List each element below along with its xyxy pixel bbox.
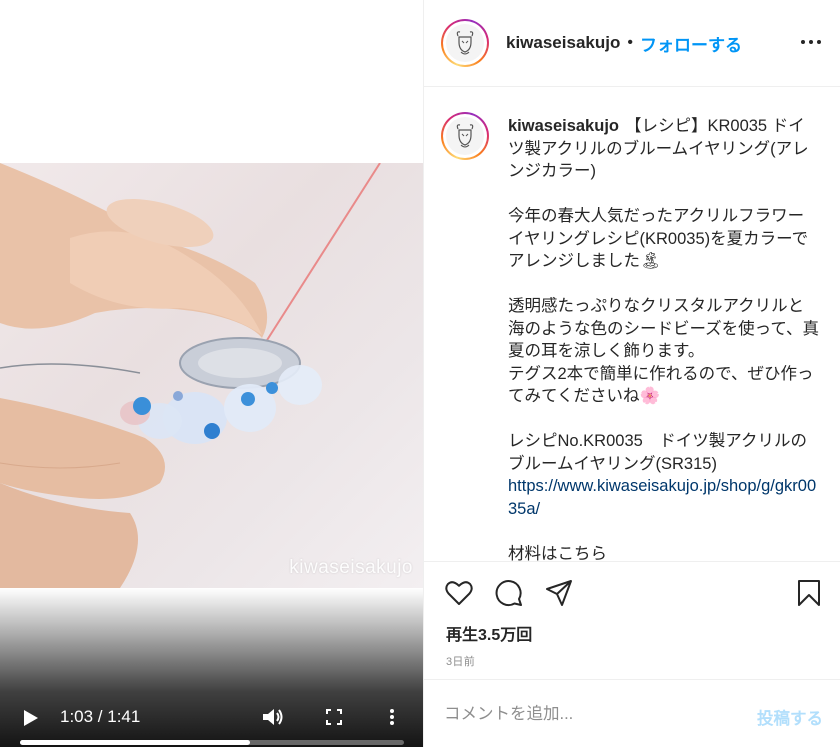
caption-paragraph-4: 材料はこちら (508, 544, 607, 562)
video-still-image (0, 163, 381, 588)
video-menu-button[interactable] (380, 703, 404, 731)
post-side-panel: kiwaseisakujo • フォローする kiwaseisakujo 【レシ… (423, 0, 840, 747)
post-actions: 再生3.5万回 3日前 (424, 561, 840, 679)
avatar-logo-icon (456, 124, 474, 148)
save-button[interactable] (793, 577, 825, 609)
more-vertical-icon (390, 709, 394, 725)
heart-icon (445, 581, 473, 605)
header-username[interactable]: kiwaseisakujo (506, 33, 620, 53)
time-display: 1:03 / 1:41 (60, 707, 141, 726)
caption-paragraph-3: レシピNo.KR0035 ドイツ製アクリルのブルームイヤリング(SR315) (508, 432, 807, 473)
post-header: kiwaseisakujo • フォローする (424, 0, 840, 87)
fullscreen-icon (326, 709, 342, 725)
like-button[interactable] (443, 577, 475, 609)
comment-icon (495, 580, 522, 607)
video-controls: 1:03 / 1:41 (0, 637, 423, 747)
header-separator: • (627, 34, 633, 51)
post-timestamp[interactable]: 3日前 (446, 653, 475, 669)
caption-link[interactable]: https://www.kiwaseisakujo.jp/shop/g/gkr0… (508, 477, 816, 518)
video-watermark: kiwaseisakujo (289, 557, 413, 578)
caption-username[interactable]: kiwaseisakujo (508, 117, 619, 135)
caption-paragraph-2b: テグス2本で簡単に作れるので、ぜひ作ってみてくださいね🌸 (508, 364, 814, 406)
more-options-button[interactable] (799, 32, 823, 52)
caption-paragraph-1: 今年の春大人気だったアクリルフラワーイヤリングレシピ(KR0035)を夏カラーで… (508, 207, 809, 270)
bookmark-icon (798, 580, 820, 606)
video-frame[interactable]: kiwaseisakujo (0, 163, 423, 588)
video-progress-bar[interactable] (20, 740, 404, 745)
view-count[interactable]: 再生3.5万回 (446, 621, 532, 645)
comment-button[interactable] (493, 577, 525, 609)
video-progress-fill (20, 740, 251, 745)
fullscreen-button[interactable] (320, 703, 348, 731)
caption-avatar[interactable] (441, 112, 489, 160)
play-icon (24, 710, 38, 726)
paper-plane-icon (546, 580, 572, 606)
avatar[interactable] (441, 19, 489, 67)
play-button[interactable] (18, 705, 44, 731)
video-player[interactable]: kiwaseisakujo 1:03 / 1:41 (0, 0, 423, 747)
caption-paragraph-2a: 透明感たっぷりなクリスタルアクリルと海のような色のシードビーズを使って、真夏の耳… (508, 297, 820, 360)
comment-input[interactable] (444, 702, 744, 726)
comment-bar: 投稿する (424, 679, 840, 747)
volume-icon (263, 709, 283, 725)
caption-section: kiwaseisakujo 【レシピ】KR0035 ドイツ製アクリルのブルームイヤ… (424, 88, 840, 561)
volume-button[interactable] (259, 703, 287, 731)
share-button[interactable] (543, 577, 575, 609)
post-comment-button[interactable]: 投稿する (757, 705, 823, 729)
follow-button[interactable]: フォローする (640, 31, 742, 56)
more-horizontal-icon (801, 40, 821, 44)
avatar-logo-icon (456, 31, 474, 55)
caption-text: kiwaseisakujo 【レシピ】KR0035 ドイツ製アクリルのブルームイヤ… (508, 115, 820, 561)
